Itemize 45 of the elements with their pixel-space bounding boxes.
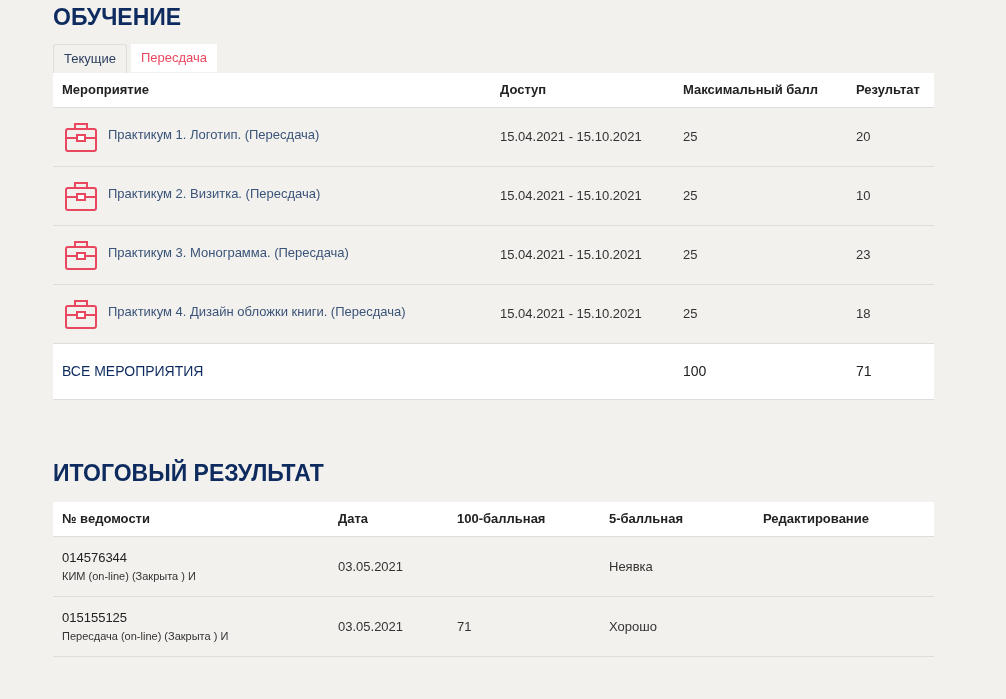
column-header: Доступ (500, 81, 548, 100)
table-cell-text: 23 (856, 246, 872, 265)
table-cell-text: 15.04.2021 - 15.10.2021 (500, 187, 643, 206)
column-header: Мероприятие (62, 81, 150, 100)
table-cell-text: 100 (683, 362, 708, 381)
briefcase-icon (62, 121, 98, 153)
table-cell-text: 71 (457, 617, 473, 636)
total-label: ВСЕ МЕРОПРИЯТИЯ (62, 362, 205, 381)
column-header: Дата (338, 510, 370, 529)
table-cell-text: 15.04.2021 - 15.10.2021 (500, 305, 643, 324)
briefcase-icon (62, 180, 98, 212)
section-title: ИТОГОВЫЙ РЕЗУЛЬТАТ (53, 458, 325, 488)
briefcase-icon (62, 298, 98, 330)
column-header: № ведомости (62, 510, 151, 529)
table-cell-text: 25 (683, 246, 699, 265)
table-cell-text: 71 (856, 362, 873, 381)
table-cell-text: 18 (856, 305, 872, 324)
table-cell-text: 25 (683, 128, 699, 147)
column-header: Максимальный балл (683, 81, 820, 100)
table-cell-text: 15.04.2021 - 15.10.2021 (500, 246, 643, 265)
record-number: 014576344 (62, 548, 129, 567)
table-cell-text: 15.04.2021 - 15.10.2021 (500, 128, 643, 147)
table-cell-text: Неявка (609, 557, 654, 576)
column-header: 5-балльная (609, 510, 684, 529)
table-cell-text: 25 (683, 305, 699, 324)
record-number: 015155125 (62, 608, 129, 627)
event-link[interactable]: Практикум 1. Логотип. (Пересдача) (108, 125, 320, 145)
column-header: Результат (856, 81, 921, 100)
table-cell-text: 10 (856, 187, 872, 206)
column-header: 100-балльная (457, 510, 547, 529)
event-link[interactable]: Практикум 3. Монограмма. (Пересдача) (108, 243, 349, 263)
table-cell-text: 25 (683, 187, 699, 206)
briefcase-icon (62, 239, 98, 271)
record-type: Пересдача (on-line) (Закрыта ) И (62, 628, 230, 644)
column-header: Редактирование (763, 510, 870, 529)
tab[interactable]: Текущие (53, 44, 127, 73)
table-cell-text: 20 (856, 128, 872, 147)
section-title: ОБУЧЕНИЕ (53, 3, 183, 32)
event-link[interactable]: Практикум 2. Визитка. (Пересдача) (108, 184, 321, 204)
table-cell-text: 03.05.2021 (338, 617, 405, 636)
event-link[interactable]: Практикум 4. Дизайн обложки книги. (Пересдача) (108, 302, 406, 322)
record-type: КИМ (on-line) (Закрыта ) И (62, 568, 197, 584)
table-cell-text: 03.05.2021 (338, 557, 405, 576)
tab[interactable]: Пересдача (130, 44, 218, 72)
table-cell-text: Хорошо (609, 617, 658, 636)
